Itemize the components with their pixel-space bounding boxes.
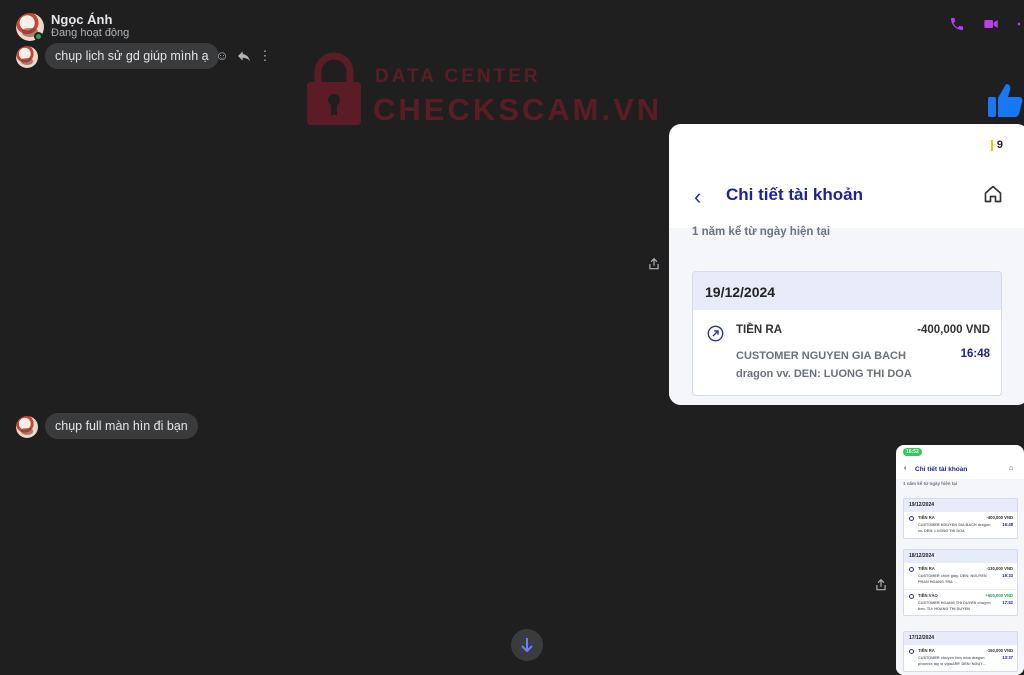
transaction-amount: +600,000 VND <box>985 593 1013 598</box>
transaction-row: TIỀN RA -150,000 VND CUSTOMER chuyen tie… <box>904 645 1017 671</box>
share-icon[interactable] <box>647 257 661 271</box>
transaction-amount: -400,000 VND <box>917 324 990 336</box>
message-avatar <box>16 416 38 438</box>
incoming-arrow-icon <box>909 594 914 599</box>
transaction-time: 19:33 <box>1002 573 1013 578</box>
transaction-time: 17:52 <box>1002 600 1013 605</box>
page-title: Chi tiết tài khoản <box>915 466 968 473</box>
outgoing-arrow-icon <box>909 649 914 654</box>
outgoing-arrow-icon <box>909 567 914 572</box>
transaction-type: TIỀN RA <box>918 648 935 653</box>
outgoing-arrow-icon <box>909 516 914 521</box>
group-date: 17/12/2024 <box>904 632 1017 645</box>
arrow-down-icon <box>521 638 533 653</box>
video-call-icon[interactable] <box>981 16 1001 32</box>
chat-header: Ngọc Ánh Đang hoạt động <box>0 0 1024 44</box>
watermark-subtitle: DATA CENTER <box>375 66 541 87</box>
shared-image-account-detail[interactable]: 9 ‹ Chi tiết tài khoản 1 năm kể từ ngày … <box>669 124 1024 405</box>
emoji-icon[interactable]: ☺ <box>214 48 230 64</box>
transaction-group: 18/12/2024 TIỀN RA -130,000 VND CUSTOMER… <box>903 549 1018 616</box>
transaction-amount: -130,000 VND <box>986 566 1013 571</box>
message-more-icon[interactable]: ⋮ <box>257 48 273 64</box>
signal-indicator: 9 <box>990 139 1003 151</box>
transaction-description: CUSTOMER HOANG THI DUYEN chuyen tien. TU… <box>918 601 991 611</box>
group-date: 18/12/2024 <box>904 550 1017 563</box>
transaction-type: TIỀN RA <box>736 324 782 336</box>
online-indicator <box>34 32 43 41</box>
page-title: Chi tiết tài khoản <box>726 185 863 204</box>
transaction-time: 13:37 <box>1002 655 1013 660</box>
transaction-row: TIỀN RA -130,000 VND CUSTOMER chiết giày… <box>904 563 1017 589</box>
transaction-description: CUSTOMER chuyen tien mua dragon phoenix … <box>918 656 986 666</box>
transaction-date: 19/12/2024 <box>705 284 776 300</box>
date-range-label: 1 năm kể từ ngày hiện tại <box>903 481 958 486</box>
message-bubble[interactable]: chụp full màn hìn đi bạn <box>45 413 198 439</box>
watermark-title: CHECKSCAM.VN <box>373 92 663 127</box>
home-icon: ⌂ <box>1009 465 1014 472</box>
transaction-description: CUSTOMER NGUYEN GIA BACH dragon vv. DEN:… <box>918 523 991 533</box>
transaction-group: 17/12/2024 TIỀN RA -150,000 VND CUSTOMER… <box>903 631 1018 672</box>
back-chevron-icon: ‹ <box>694 184 702 209</box>
transaction-row: TIỀN VÀO +600,000 VND CUSTOMER HOANG THI… <box>904 589 1017 615</box>
transaction-row: TIỀN RA -400,000 VND CUSTOMER NGUYEN GIA… <box>904 512 1017 538</box>
transaction-type: TIỀN VÀO <box>918 593 938 598</box>
message-avatar <box>16 46 38 68</box>
date-range-label: 1 năm kể từ ngày hiện tại <box>692 226 831 238</box>
reply-icon[interactable] <box>236 48 252 64</box>
transaction-amount: -150,000 VND <box>986 648 1013 653</box>
transaction-description: CUSTOMER NGUYEN GIA BACH dragon vv. DEN:… <box>736 350 912 380</box>
transaction-card: 19/12/2024 TIỀN RA -400,000 VND CUSTOMER… <box>692 271 1002 396</box>
message-bubble[interactable]: chụp lịch sử gd giúp mình ạ <box>45 43 219 69</box>
transaction-amount: -400,000 VND <box>986 515 1013 520</box>
home-icon <box>984 185 1002 203</box>
transaction-time: 16:48 <box>1002 522 1013 527</box>
shared-image-transaction-list[interactable]: 16:52 ‹ Chi tiết tài khoản ⌂ 1 năm kể từ… <box>896 445 1024 675</box>
scroll-to-bottom-button[interactable] <box>511 629 543 661</box>
phone-icon[interactable] <box>947 16 967 32</box>
transaction-type: TIỀN RA <box>918 566 935 571</box>
transaction-description: CUSTOMER chiết giày. DEN: NGUYEN PHAN HO… <box>918 574 987 584</box>
transaction-time: 16:48 <box>960 348 990 360</box>
more-options-icon[interactable] <box>1014 16 1024 32</box>
lock-icon <box>307 52 361 125</box>
group-date: 19/12/2024 <box>904 499 1017 512</box>
contact-status: Đang hoạt động <box>51 27 130 39</box>
contact-name[interactable]: Ngọc Ánh <box>51 12 112 27</box>
transaction-group: 19/12/2024 TIỀN RA -400,000 VND CUSTOMER… <box>903 498 1018 539</box>
back-chevron-icon: ‹ <box>904 465 907 472</box>
watermark: DATA CENTER CHECKSCAM.VN <box>305 52 659 132</box>
outgoing-arrow-icon <box>707 325 724 342</box>
share-icon[interactable] <box>874 578 888 592</box>
phone-clock: 16:52 <box>903 448 922 456</box>
thumbs-up-icon[interactable] <box>986 80 1024 120</box>
transaction-type: TIỀN RA <box>918 515 935 520</box>
